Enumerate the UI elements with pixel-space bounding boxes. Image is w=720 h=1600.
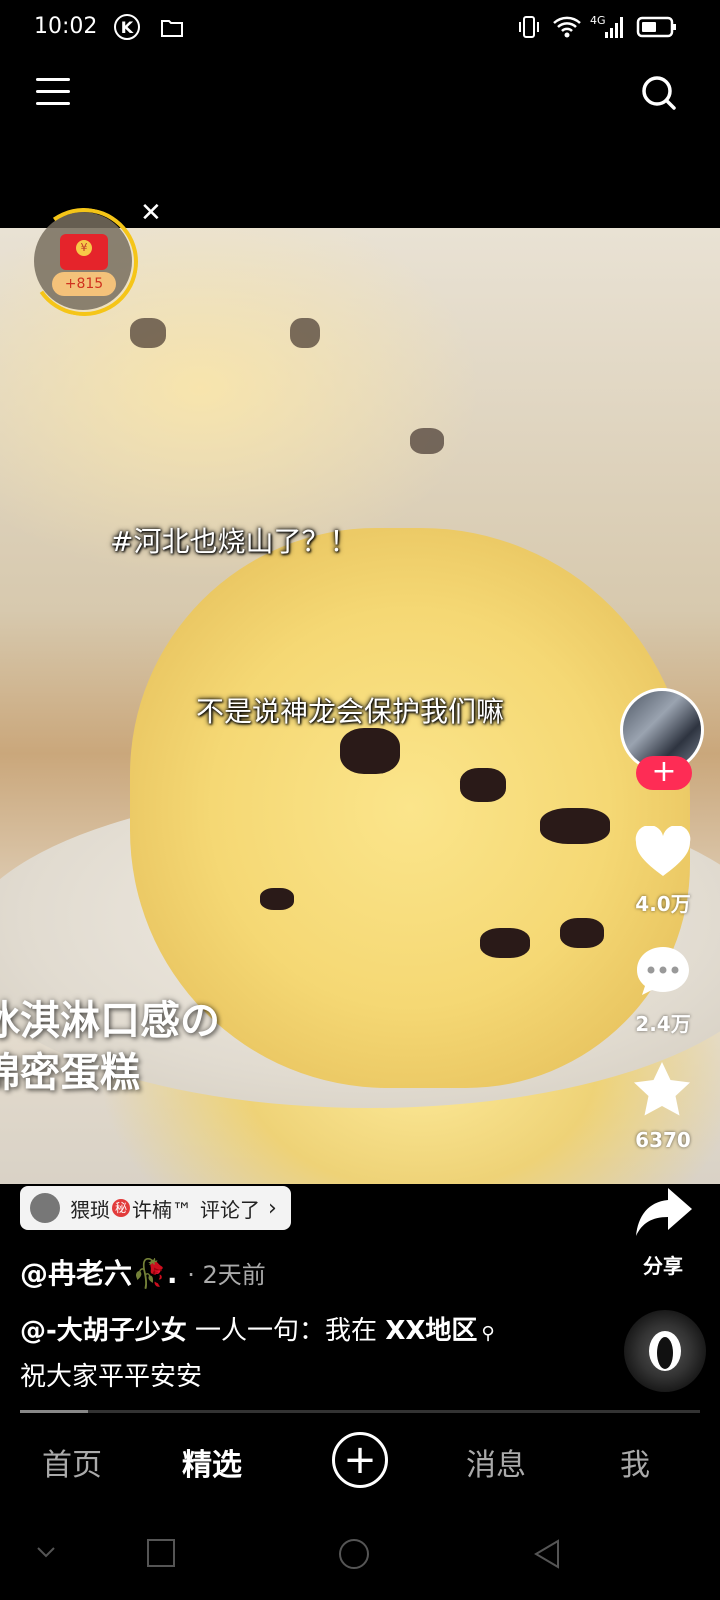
- commenter-name: 猥琐: [70, 1197, 110, 1222]
- raisin: [540, 808, 610, 844]
- raisin: [340, 728, 400, 774]
- recents-icon[interactable]: [146, 1538, 176, 1568]
- silhouette-icon: [649, 1331, 681, 1371]
- raisin: [410, 428, 444, 454]
- tab-me[interactable]: 我: [620, 1440, 650, 1484]
- raisin: [290, 318, 320, 348]
- signal-icon: [605, 17, 623, 38]
- comment-action: 评论了: [200, 1197, 260, 1222]
- coin-icon: ¥: [76, 240, 92, 256]
- video-progress-fill: [20, 1410, 88, 1413]
- favorite-count: 6370: [635, 1128, 691, 1152]
- raisin: [130, 318, 166, 348]
- wifi-icon: [553, 16, 581, 38]
- music-disc[interactable]: [624, 1310, 706, 1392]
- search-small-icon[interactable]: ⚲: [481, 1323, 494, 1344]
- raisin: [560, 918, 604, 948]
- tab-messages[interactable]: 消息: [466, 1440, 526, 1484]
- comment-count: 2.4万: [635, 1012, 691, 1036]
- commenter-avatar: [30, 1193, 60, 1223]
- share-label: 分享: [643, 1254, 683, 1278]
- description-text: 一人一句：我在: [186, 1316, 386, 1346]
- battery-icon: [636, 16, 676, 38]
- danmaku-caption: 不是说神龙会保护我们嘛: [196, 695, 505, 728]
- post-description-line2: 祝大家平平安安: [20, 1362, 203, 1392]
- author-handle[interactable]: @冉老六🥀.: [20, 1257, 178, 1290]
- danmaku-caption: #河北也烧山了？！: [110, 525, 358, 558]
- status-time: 10:02: [34, 14, 98, 39]
- vibrate-icon: [519, 16, 539, 38]
- mention-link[interactable]: @-大胡子少女: [20, 1316, 187, 1346]
- search-icon[interactable]: [640, 74, 678, 112]
- comment-icon[interactable]: [634, 944, 692, 998]
- comment-chip[interactable]: 猥琐秘许楠™ 评论了 ›: [20, 1186, 291, 1230]
- post-time: · 2天前: [187, 1261, 266, 1289]
- red-envelope-icon: ¥: [60, 234, 108, 270]
- post-description: @-大胡子少女 一人一句：我在 XX地区 ⚲: [20, 1310, 495, 1347]
- heart-icon[interactable]: [634, 826, 692, 878]
- home-nav-icon[interactable]: [338, 1538, 370, 1570]
- tab-featured[interactable]: 精选: [182, 1440, 242, 1484]
- author-name[interactable]: @冉老六🥀. · 2天前: [20, 1252, 266, 1292]
- like-count: 4.0万: [635, 892, 691, 916]
- k-app-icon: K: [114, 14, 140, 40]
- video-overlay-title: 冰淇淋口感の: [0, 998, 220, 1044]
- chevron-down-icon[interactable]: [34, 1538, 58, 1568]
- follow-button[interactable]: +: [636, 756, 692, 790]
- video-progress-track[interactable]: [20, 1410, 700, 1413]
- share-icon[interactable]: [634, 1186, 694, 1238]
- chevron-right-icon: ›: [268, 1195, 277, 1221]
- create-button[interactable]: +: [332, 1432, 388, 1488]
- star-icon[interactable]: [632, 1060, 692, 1118]
- tab-home[interactable]: 首页: [42, 1440, 102, 1484]
- close-icon[interactable]: ✕: [140, 198, 162, 228]
- red-packet-badge: +815: [52, 272, 116, 296]
- back-icon[interactable]: [532, 1538, 562, 1570]
- secret-badge: 秘: [112, 1199, 130, 1217]
- raisin: [460, 768, 506, 802]
- raisin: [480, 928, 530, 958]
- folder-icon: [161, 20, 183, 37]
- location-link[interactable]: XX地区: [385, 1316, 477, 1346]
- raisin: [260, 888, 294, 910]
- menu-icon[interactable]: [36, 78, 70, 108]
- status-bar: 10:02 K 4G: [0, 0, 720, 60]
- video-overlay-title: 绵密蛋糕: [0, 1050, 140, 1096]
- commenter-name-suffix: 许楠™: [132, 1197, 192, 1222]
